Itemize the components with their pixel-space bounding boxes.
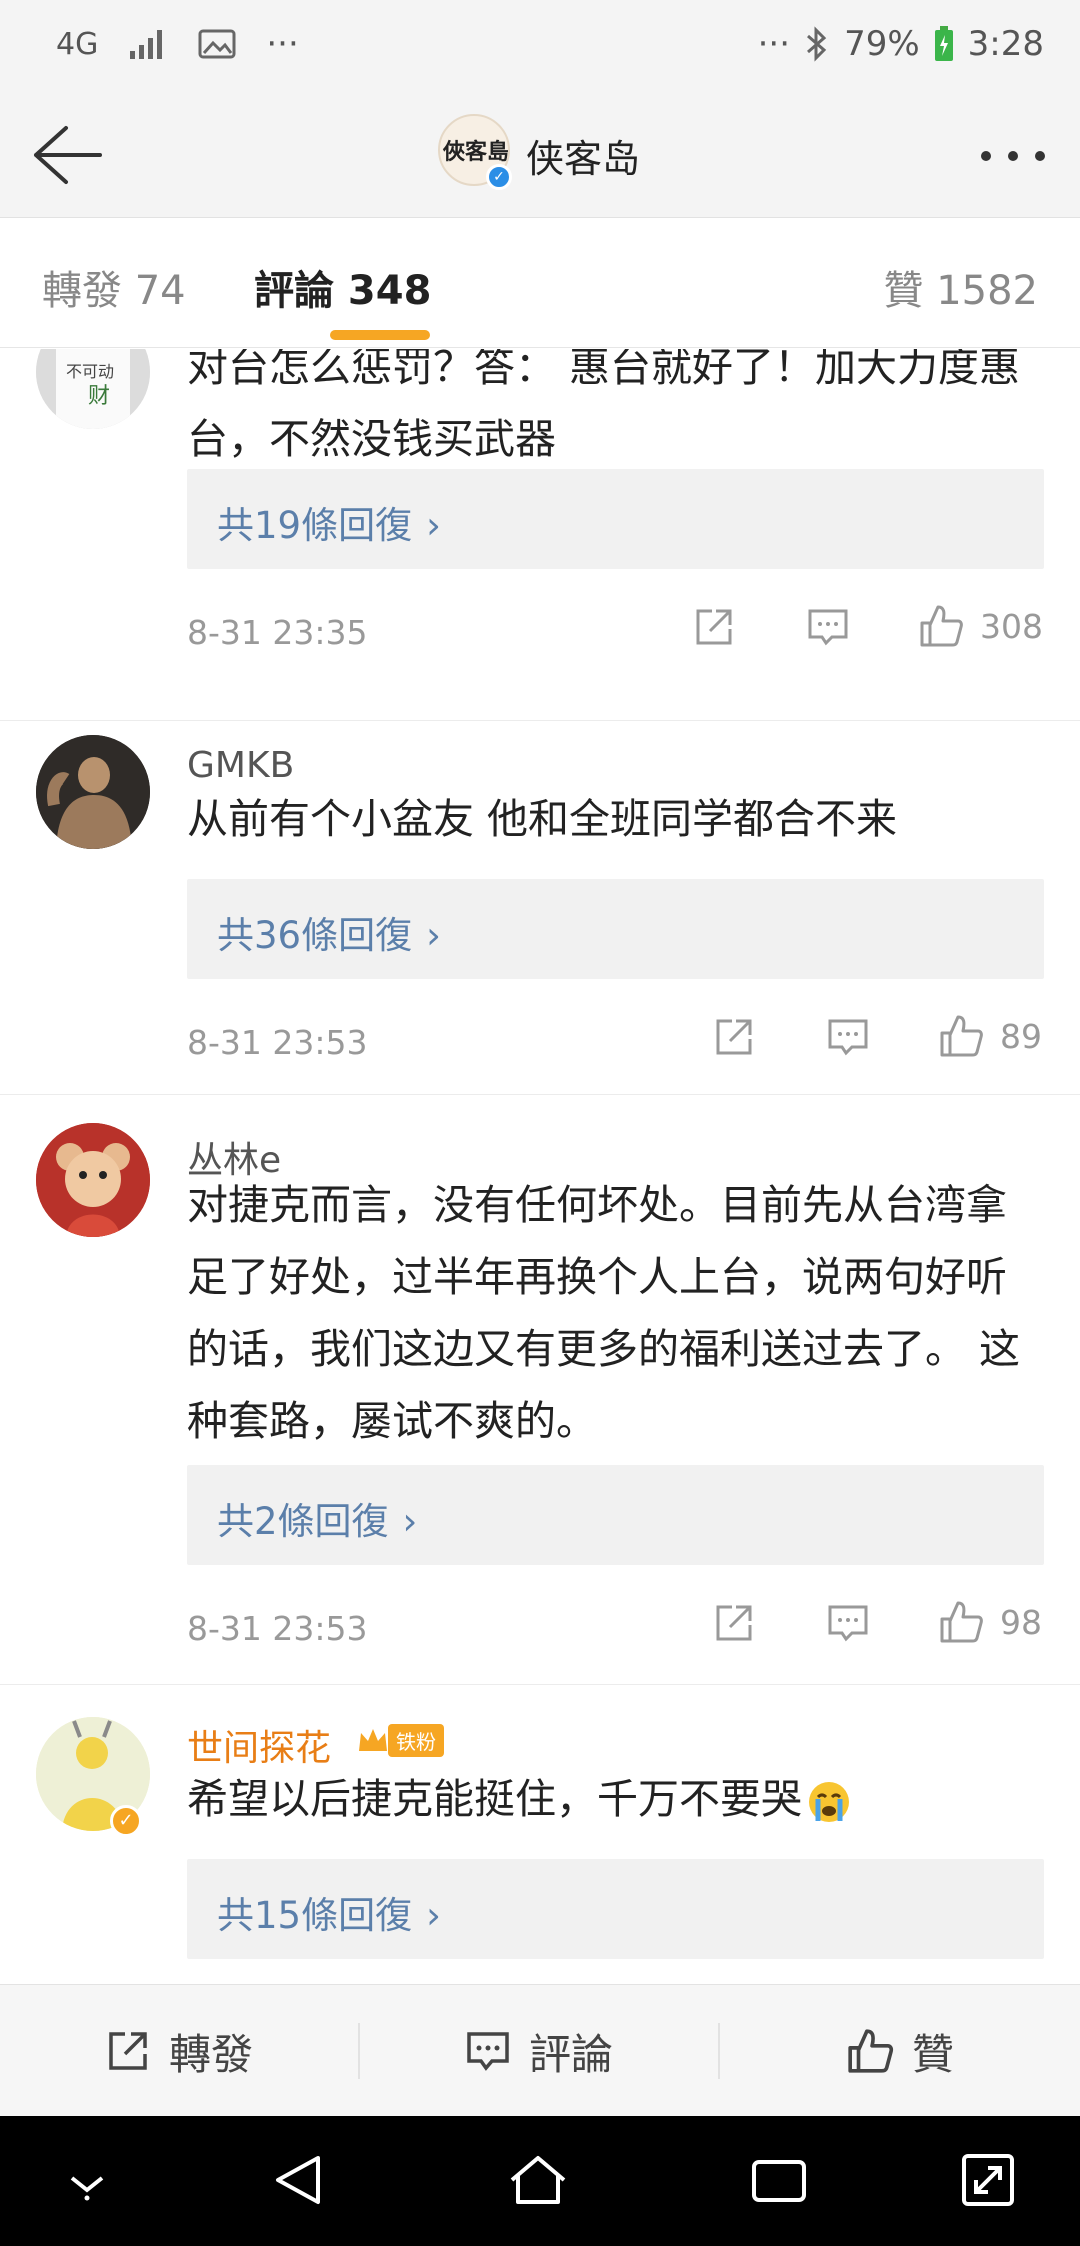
page-title[interactable]: 侠客岛 xyxy=(526,128,640,183)
comment-time: 8-31 23:53 xyxy=(187,1609,368,1648)
like-count: 98 xyxy=(1000,1602,1042,1642)
system-nav-bar xyxy=(0,2116,1080,2246)
nav-recents-icon[interactable] xyxy=(750,2156,808,2206)
status-bar: 4G ··· ··· 79% 3:28 xyxy=(0,0,1080,92)
fan-badge-label: 铁粉 xyxy=(388,1723,444,1757)
svg-text:不可动: 不可动 xyxy=(66,362,114,381)
like-label: 贊 xyxy=(911,2029,954,2079)
like-icon xyxy=(938,1599,984,1645)
chevron-right-icon: › xyxy=(402,1500,418,1543)
vip-badge-icon: ✓ xyxy=(110,1805,142,1837)
svg-text:财: 财 xyxy=(88,384,110,409)
like-button[interactable]: 98 xyxy=(938,1599,1042,1645)
comment-text: 对捷克而言，没有任何坏处。目前先从台湾拿足了好处，过半年再换个人上台，说两句好听… xyxy=(187,1181,1021,1445)
fan-badge: 铁粉 xyxy=(356,1723,444,1757)
network-label: 4G xyxy=(56,26,99,62)
comment-time: 8-31 23:35 xyxy=(187,613,368,652)
replies-button[interactable]: 共15條回復 › xyxy=(187,1859,1044,1959)
comment-time: 8-31 23:53 xyxy=(187,1023,368,1062)
like-icon xyxy=(918,603,964,649)
replies-label: 共36條回復 xyxy=(217,914,413,957)
nav-down-icon[interactable] xyxy=(62,2164,112,2204)
repost-button[interactable]: 轉發 xyxy=(0,1985,358,2117)
comment-icon[interactable] xyxy=(826,1015,870,1059)
comment-label: 評論 xyxy=(528,2029,613,2079)
replies-label: 共15條回復 xyxy=(217,1894,413,1937)
comment-icon[interactable] xyxy=(826,1601,870,1645)
like-icon xyxy=(846,2027,894,2075)
more-icon[interactable] xyxy=(978,146,1048,166)
crown-icon xyxy=(356,1723,390,1757)
bottom-action-bar: 轉發 評論 贊 xyxy=(0,1984,1080,2116)
app-header: 俠客島 ✓ 侠客岛 xyxy=(0,92,1080,218)
tab-comments[interactable]: 評論 348 xyxy=(254,258,431,316)
overflow-dots-right: ··· xyxy=(757,24,791,64)
bluetooth-icon xyxy=(804,26,830,62)
like-button[interactable]: 贊 xyxy=(720,1985,1080,2117)
avatar[interactable]: 不可动财 xyxy=(36,349,150,429)
like-count: 308 xyxy=(980,606,1043,646)
comment-text: 对台怎么惩罚？答： 惠台就好了！加大力度惠台，不然没钱买武器 xyxy=(187,349,1021,463)
comment-item: ✓ 世间探花 铁粉 希望以后捷克能挺住，千万不要哭 共15條回復 › xyxy=(0,1685,1080,1983)
comment-item: 丛林e 对捷克而言，没有任何坏处。目前先从台湾拿足了好处，过半年再换个人上台，说… xyxy=(0,1095,1080,1685)
back-arrow-icon[interactable] xyxy=(28,120,104,190)
comment-text: 从前有个小盆友 他和全班同学都合不来 xyxy=(187,795,898,843)
comment-item: GMKB 从前有个小盆友 他和全班同学都合不来 共36條回復 › 8-31 23:… xyxy=(0,721,1080,1095)
crying-emoji-icon xyxy=(806,1779,852,1825)
repost-label: 轉發 xyxy=(168,2029,253,2079)
chevron-right-icon: › xyxy=(426,504,441,547)
nav-home-icon[interactable] xyxy=(506,2152,570,2208)
chevron-right-icon: › xyxy=(426,914,441,957)
image-icon xyxy=(198,28,236,60)
comment-icon[interactable] xyxy=(806,605,850,649)
comment-item: 不可动财 对台怎么惩罚？答： 惠台就好了！加大力度惠台，不然没钱买武器 共19條… xyxy=(0,349,1080,721)
nav-back-icon[interactable] xyxy=(270,2152,326,2208)
comment-icon xyxy=(465,2028,511,2074)
username[interactable]: GMKB xyxy=(187,745,294,786)
like-count: 89 xyxy=(1000,1016,1042,1056)
clock: 3:28 xyxy=(967,24,1044,64)
chevron-right-icon: › xyxy=(426,1894,441,1937)
nav-expand-icon[interactable] xyxy=(960,2152,1016,2208)
like-icon xyxy=(938,1013,984,1059)
tab-likes[interactable]: 贊 1582 xyxy=(883,258,1038,316)
comment-button[interactable]: 評論 xyxy=(360,1985,718,2117)
share-icon[interactable] xyxy=(712,1601,756,1645)
like-button[interactable]: 89 xyxy=(938,1013,1042,1059)
share-icon[interactable] xyxy=(692,605,736,649)
avatar[interactable] xyxy=(36,735,150,849)
tab-bar: 轉發 74 評論 348 贊 1582 xyxy=(0,218,1080,348)
comment-list[interactable]: 不可动财 对台怎么惩罚？答： 惠台就好了！加大力度惠台，不然没钱买武器 共19條… xyxy=(0,349,1080,1983)
battery-label: 79% xyxy=(844,24,920,64)
share-icon[interactable] xyxy=(712,1015,756,1059)
replies-label: 共19條回復 xyxy=(217,504,413,547)
replies-button[interactable]: 共2條回復 › xyxy=(187,1465,1044,1565)
avatar[interactable] xyxy=(36,1123,150,1237)
replies-label: 共2條回復 xyxy=(217,1500,389,1543)
comment-text: 希望以后捷克能挺住，千万不要哭 xyxy=(187,1763,1047,1835)
battery-icon xyxy=(934,26,954,62)
replies-button[interactable]: 共36條回復 › xyxy=(187,879,1044,979)
replies-button[interactable]: 共19條回復 › xyxy=(187,469,1044,569)
active-tab-indicator xyxy=(330,330,430,340)
overflow-dots: ··· xyxy=(266,24,299,64)
signal-icon xyxy=(128,27,168,61)
verified-icon: ✓ xyxy=(486,164,512,190)
tab-repost[interactable]: 轉發 74 xyxy=(42,258,186,316)
share-icon xyxy=(105,2028,151,2074)
comment-text-body: 希望以后捷克能挺住，千万不要哭 xyxy=(187,1775,802,1823)
like-button[interactable]: 308 xyxy=(918,603,1043,649)
